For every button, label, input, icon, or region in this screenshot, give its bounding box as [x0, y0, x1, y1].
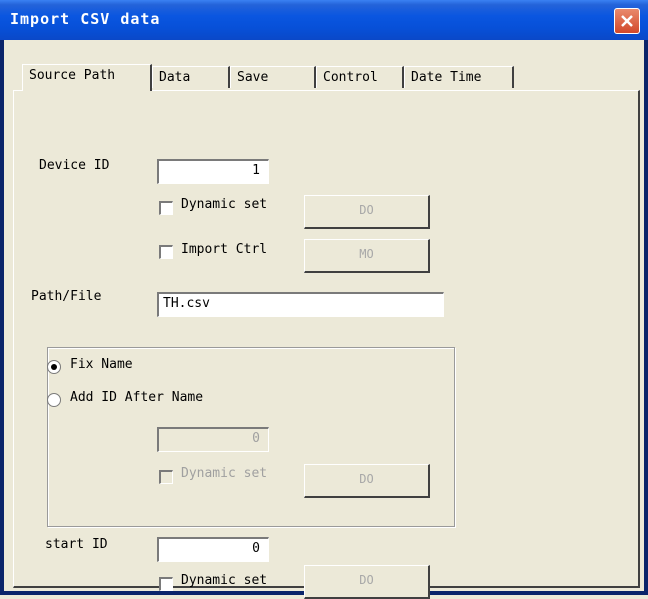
- start-id-input[interactable]: 0: [157, 537, 269, 562]
- import-csv-dialog: Import CSV data Source Path Data Save Co…: [0, 0, 648, 599]
- tab-control[interactable]: Control: [316, 66, 404, 88]
- close-button[interactable]: [614, 8, 640, 34]
- dialog-client-area: Source Path Data Save Control Date Time …: [4, 40, 644, 599]
- start-do-button[interactable]: DO: [304, 565, 430, 599]
- naming-dynamic-set-label: Dynamic set: [181, 466, 268, 481]
- naming-do-button[interactable]: DO: [304, 464, 430, 498]
- path-file-label: Path/File: [31, 289, 102, 304]
- tab-label: Data: [159, 70, 191, 85]
- tab-label: Source Path: [29, 68, 116, 83]
- add-id-after-name-radio[interactable]: [47, 393, 61, 407]
- device-id-label: Device ID: [39, 158, 110, 173]
- device-dynamic-set-label: Dynamic set: [181, 197, 268, 212]
- mo-button[interactable]: MO: [304, 239, 430, 273]
- tab-save[interactable]: Save: [230, 66, 316, 88]
- tab-data[interactable]: Data: [152, 66, 230, 88]
- add-id-after-name-label: Add ID After Name: [70, 390, 204, 405]
- tab-label: Control: [323, 70, 378, 85]
- name-id-input[interactable]: 0: [157, 427, 269, 452]
- fix-name-label: Fix Name: [70, 357, 133, 372]
- tab-panel-source-path: Device ID 1 Dynamic set DO Import Ctrl M…: [13, 90, 640, 599]
- device-id-input[interactable]: 1: [157, 159, 269, 184]
- path-file-input[interactable]: TH.csv: [157, 292, 444, 317]
- tab-label: Save: [237, 70, 269, 85]
- title-bar[interactable]: Import CSV data: [0, 0, 648, 40]
- close-icon: [621, 15, 633, 27]
- device-dynamic-set-checkbox[interactable]: [159, 201, 173, 215]
- tab-source-path[interactable]: Source Path: [22, 64, 152, 91]
- import-ctrl-label: Import Ctrl: [181, 242, 268, 257]
- import-ctrl-checkbox[interactable]: [159, 245, 173, 259]
- start-dynamic-set-label: Dynamic set: [181, 573, 268, 588]
- tab-label: Date Time: [411, 70, 482, 85]
- start-id-label: start ID: [45, 537, 108, 552]
- fix-name-radio[interactable]: [47, 360, 61, 374]
- radio-selected-dot: [51, 364, 57, 370]
- naming-dynamic-set-checkbox[interactable]: [159, 470, 173, 484]
- device-do-button[interactable]: DO: [304, 195, 430, 229]
- tab-date-time[interactable]: Date Time: [404, 66, 514, 88]
- window-title: Import CSV data: [10, 10, 161, 28]
- start-dynamic-set-checkbox[interactable]: [159, 577, 173, 591]
